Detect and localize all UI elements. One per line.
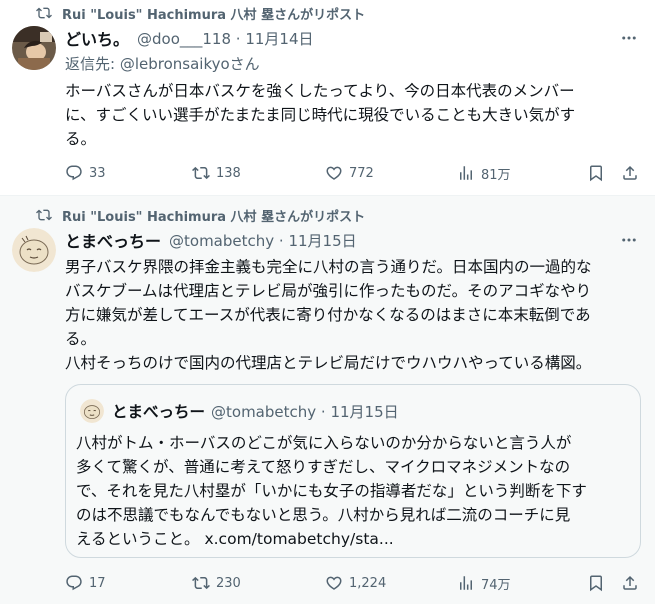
share-icon <box>623 165 637 180</box>
tweet-header: とまべっちー @tomabetchy · 11月15日 <box>65 228 357 252</box>
reply-button[interactable]: 17 <box>65 573 106 593</box>
views-chart-icon <box>460 166 472 180</box>
avatar-doodle-face-icon <box>12 228 56 272</box>
like-button[interactable]: 1,224 <box>325 573 386 593</box>
views-button[interactable]: 74万 <box>457 573 511 593</box>
reply-icon <box>66 165 82 181</box>
quoted-text-line: 八村がトム・ホーバスのどこが気に入らないのか分からないと言う人が <box>76 434 572 452</box>
heart-icon <box>326 166 342 180</box>
repost-count: 230 <box>216 575 241 591</box>
more-dots-icon <box>622 238 636 242</box>
repost-icon <box>192 166 210 180</box>
bookmark-button[interactable] <box>587 163 605 183</box>
repost-indicator: Rui "Louis" Hachimura 八村 塁さんがリポスト <box>36 206 365 225</box>
tweet-text-line: バスケブームは代理店とテレビ局が強引に作ったものだ。そのアコギなやり <box>65 282 592 300</box>
reply-prefix: 返信先: <box>65 55 120 73</box>
quoted-text-line: 多くて驚くが、普通に考えて怒りすぎだし、マイクロマネジメントなの <box>76 458 571 476</box>
share-button[interactable] <box>621 573 639 593</box>
view-count: 81万 <box>481 167 511 183</box>
reply-button[interactable]: 33 <box>65 163 106 183</box>
avatar-photo-icon <box>12 26 56 70</box>
views-button[interactable]: 81万 <box>457 163 511 183</box>
quoted-avatar[interactable] <box>80 399 104 423</box>
tweet-text-line: 男子バスケ界隈の拝金主義も完全に八村の言う通りだ。日本国内の一過的な <box>65 258 592 276</box>
more-button[interactable] <box>619 28 639 48</box>
tweet-text-line: 八村そっちのけで国内の代理店とテレビ局だけでウハウハやっている構図。 <box>65 354 592 372</box>
reply-to-line: 返信先: @lebronsaikyoさん <box>65 53 260 74</box>
like-button[interactable]: 772 <box>325 163 374 183</box>
quoted-tweet[interactable]: とまべっちー @tomabetchy · 11月15日 八村がトム・ホーバスのど… <box>65 384 641 558</box>
tweet-text-line: る。 <box>65 130 97 148</box>
repost-icon <box>36 209 52 221</box>
tweet-text-line: 方に嫌気が差してエースが代表に寄り付かなくなるのはまさに本末転倒であ <box>65 306 591 324</box>
quoted-text-line: で、それを見た八村塁が「いかにも女子の指導者だな」という判断を下す <box>76 482 587 500</box>
reply-icon <box>66 575 82 591</box>
tweet-header: どいち。 @doo___118 · 11月14日 <box>65 26 314 50</box>
tweet-text: 男子バスケ界隈の拝金主義も完全に八村の言う通りだ。日本国内の一過的な バスケブー… <box>65 255 641 375</box>
tweet-text: ホーバスさんが日本バスケを強くしたってより、今の日本代表のメンバー に、すごくい… <box>65 79 641 151</box>
tweet-1[interactable]: Rui "Louis" Hachimura 八村 塁さんがリポスト どいち。 @… <box>0 0 655 196</box>
author-handle-date[interactable]: @doo___118 · 11月14日 <box>137 28 314 49</box>
repost-icon <box>192 576 210 590</box>
tweet-text-line: る。 <box>65 330 97 348</box>
quoted-author-handle-date: @tomabetchy · 11月15日 <box>211 402 399 421</box>
avatar-doodle-face-icon <box>80 399 104 423</box>
reply-count: 33 <box>89 165 106 181</box>
quoted-text-line: えるということ。 x.com/tomabetchy/sta... <box>76 530 394 548</box>
author-name[interactable]: どいち。 <box>65 26 129 50</box>
tweet-text-line: に、すごくいい選手がたまたま同じ時代に現役でいることも大きい気がす <box>65 106 576 124</box>
like-count: 1,224 <box>349 575 387 591</box>
share-button[interactable] <box>621 163 639 183</box>
more-dots-icon <box>622 36 636 40</box>
tweet-2[interactable]: Rui "Louis" Hachimura 八村 塁さんがリポスト とまべっちー… <box>0 196 655 604</box>
quoted-tweet-header: とまべっちー @tomabetchy · 11月15日 <box>80 399 399 423</box>
view-count: 74万 <box>481 577 511 593</box>
like-count: 772 <box>349 165 374 181</box>
repost-indicator: Rui "Louis" Hachimura 八村 塁さんがリポスト <box>36 4 365 23</box>
repost-button[interactable]: 138 <box>192 163 241 183</box>
author-name[interactable]: とまべっちー <box>65 228 161 252</box>
avatar[interactable] <box>12 26 56 70</box>
reply-handle-link[interactable]: @lebronsaikyo <box>120 55 230 73</box>
heart-icon <box>326 576 342 590</box>
repost-button[interactable]: 230 <box>192 573 241 593</box>
action-bar: 17 230 1,224 74万 <box>65 573 645 593</box>
quoted-author-name: とまべっちー <box>112 403 206 421</box>
avatar[interactable] <box>12 228 56 272</box>
repost-icon <box>36 7 52 19</box>
share-icon <box>623 575 637 590</box>
bookmark-icon <box>590 575 602 592</box>
bookmark-button[interactable] <box>587 573 605 593</box>
author-handle-date[interactable]: @tomabetchy · 11月15日 <box>169 230 357 251</box>
quoted-tweet-text: 八村がトム・ホーバスのどこが気に入らないのか分からないと言う人が 多くて驚くが、… <box>76 431 632 551</box>
repost-label[interactable]: Rui "Louis" Hachimura 八村 塁さんがリポスト <box>62 4 365 23</box>
reply-suffix: さん <box>229 55 260 73</box>
quoted-text-line: のは不思議でもなんでもないと思う。八村から見れば二流のコーチに見 <box>76 506 571 524</box>
reply-count: 17 <box>89 575 106 591</box>
bookmark-icon <box>590 165 602 182</box>
more-button[interactable] <box>619 230 639 250</box>
tweet-text-line: ホーバスさんが日本バスケを強くしたってより、今の日本代表のメンバー <box>65 82 575 100</box>
repost-label[interactable]: Rui "Louis" Hachimura 八村 塁さんがリポスト <box>62 206 365 225</box>
views-chart-icon <box>460 576 472 590</box>
action-bar: 33 138 772 81万 <box>65 163 645 183</box>
repost-count: 138 <box>216 165 241 181</box>
